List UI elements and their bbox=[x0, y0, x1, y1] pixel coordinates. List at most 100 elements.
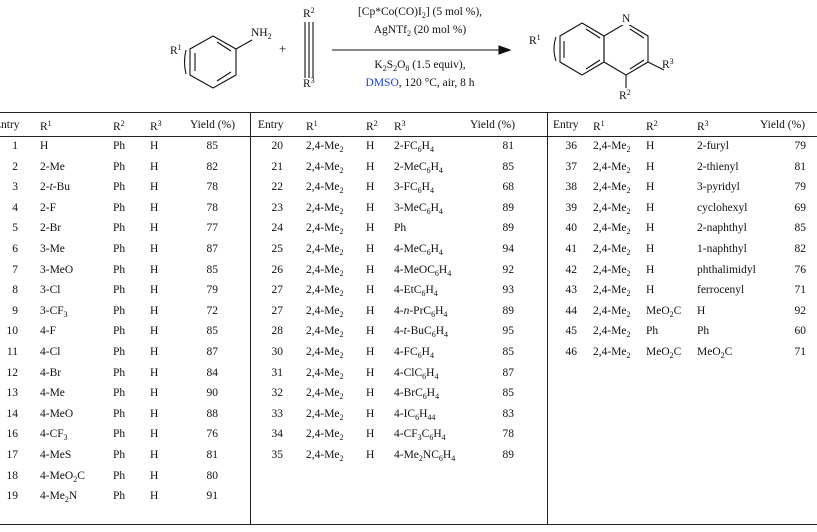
aniline-structure bbox=[183, 35, 253, 89]
r3-cell: ferrocenyl bbox=[697, 284, 745, 297]
quinoline-structure bbox=[553, 22, 665, 88]
r2-cell: Ph bbox=[646, 325, 659, 338]
header-r2: R2 bbox=[113, 119, 125, 133]
table-row: 18 4-MeO2C Ph H 80 bbox=[0, 470, 817, 490]
entry-cell: 32 bbox=[271, 387, 284, 400]
r1-cell: 2,4-Me2 bbox=[593, 140, 631, 154]
entry-cell: 39 bbox=[565, 201, 578, 214]
yield-cell: 71 bbox=[794, 346, 807, 358]
reactant-amine-label: NH2 bbox=[251, 27, 272, 41]
header-r3: R3 bbox=[150, 119, 162, 133]
entry-cell: 38 bbox=[565, 181, 578, 194]
reactant-r1-label: R1 bbox=[170, 43, 182, 57]
table-row: 33 2,4-Me2 H 4-IC6H44 83 bbox=[0, 408, 817, 428]
conditions-above: [Cp*Co(CO)I2] (5 mol %), AgNTf2 (20 mol … bbox=[330, 5, 510, 41]
plus-sign: + bbox=[279, 41, 287, 56]
r2-cell: MeO2C bbox=[646, 304, 682, 319]
r3-cell: 4-BrC6H4 bbox=[394, 387, 440, 402]
header-r1: R1 bbox=[306, 119, 318, 133]
r2-cell: H bbox=[366, 449, 375, 461]
r1-cell: 2,4-Me2 bbox=[593, 160, 631, 175]
r3-cell: 4-ClC6H4 bbox=[394, 366, 439, 381]
r3-cell: 1-naphthyl bbox=[697, 243, 747, 255]
r2-cell: H bbox=[646, 284, 655, 297]
solvent-highlight: DMSO bbox=[365, 77, 399, 89]
additive-text: AgNTf2 (20 mol %) bbox=[373, 24, 467, 38]
r2-cell: Ph bbox=[113, 469, 126, 482]
r3-cell: H bbox=[150, 490, 159, 503]
yield-cell: 76 bbox=[794, 263, 807, 276]
header-entry: Entry bbox=[258, 119, 284, 131]
entry-cell: 36 bbox=[565, 140, 578, 152]
r3-cell: Ph bbox=[697, 325, 710, 338]
yield-cell: 80 bbox=[206, 469, 219, 482]
oxidant-text: K2S2O8 (1.5 equiv), bbox=[374, 59, 466, 73]
table-top-rule bbox=[0, 112, 817, 113]
table-row: 40 2,4-Me2 H 2-naphthyl 85 bbox=[0, 222, 817, 242]
r3-cell: cyclohexyl bbox=[697, 201, 748, 214]
entry-cell: 37 bbox=[565, 160, 578, 173]
yield-cell: 71 bbox=[794, 284, 807, 297]
header-yield: Yield (%) bbox=[760, 119, 806, 131]
r2-cell: H bbox=[646, 222, 655, 235]
table-row: 42 2,4-Me2 Hphthalimidyl 76 bbox=[0, 264, 817, 284]
r3-cell: 4-CF3C6H4 bbox=[394, 428, 446, 443]
table-bottom-rule bbox=[0, 524, 817, 525]
table-row: 19 4-Me2N Ph H 91 bbox=[0, 490, 817, 510]
yield-cell: 91 bbox=[206, 490, 219, 503]
r1-cell: 2,4-Me2 bbox=[306, 366, 344, 381]
r1-cell: 4-MeO2C bbox=[40, 469, 85, 484]
reaction-arrow bbox=[332, 45, 512, 55]
r1-cell: 2,4-Me2 bbox=[593, 304, 631, 319]
r2-cell: H bbox=[366, 366, 375, 379]
table-row: 38 2,4-Me2 H 3-pyridyl 79 bbox=[0, 181, 817, 201]
entry-cell: 45 bbox=[565, 325, 578, 338]
table-row: 31 2,4-Me2 H 4-ClC6H4 87 bbox=[0, 367, 817, 387]
r2-cell: H bbox=[366, 428, 375, 441]
r1-cell: 2,4-Me2 bbox=[306, 407, 344, 422]
entry-cell: 43 bbox=[565, 284, 578, 297]
entry-cell: 35 bbox=[271, 449, 284, 461]
yield-cell: 92 bbox=[794, 304, 807, 317]
r3-cell: 2-thienyl bbox=[697, 160, 739, 173]
conditions-below: K2S2O8 (1.5 equiv), DMSO, 120 °C, air, 8… bbox=[330, 58, 510, 91]
table-row: 43 2,4-Me2 Hferrocenyl 71 bbox=[0, 284, 817, 304]
entry-cell: 19 bbox=[6, 490, 19, 503]
product-r2-label: R2 bbox=[619, 88, 631, 102]
table-row: 46 2,4-Me2 MeO2C MeO2C 71 bbox=[0, 346, 817, 366]
r3-cell: MeO2C bbox=[697, 346, 733, 360]
r1-cell: 4-Me2N bbox=[40, 490, 78, 505]
header-r1: R1 bbox=[593, 119, 605, 133]
product-r3-label: R3 bbox=[662, 57, 674, 71]
entry-cell: 31 bbox=[271, 366, 284, 379]
entry-cell: 18 bbox=[6, 469, 19, 482]
r2-cell: MeO2C bbox=[646, 346, 682, 360]
r2-cell: H bbox=[646, 263, 655, 276]
header-r2: R2 bbox=[366, 119, 378, 133]
r1-cell: 2,4-Me2 bbox=[593, 284, 631, 299]
table-row: 44 2,4-Me2 MeO2C H 92 bbox=[0, 305, 817, 325]
yield-cell: 69 bbox=[794, 201, 807, 214]
r1-cell: 2,4-Me2 bbox=[306, 387, 344, 402]
yield-cell: 60 bbox=[794, 325, 807, 338]
r2-cell: Ph bbox=[113, 490, 126, 503]
table-row: 36 2,4-Me2 H 2-furyl 79 bbox=[0, 140, 817, 160]
r1-cell: 2,4-Me2 bbox=[593, 201, 631, 216]
entry-cell: 44 bbox=[565, 304, 578, 317]
r3-cell: 3-pyridyl bbox=[697, 181, 740, 194]
catalyst-text: [Cp*Co(CO)I2] (5 mol %), bbox=[357, 6, 483, 20]
r1-cell: 2,4-Me2 bbox=[593, 346, 631, 360]
header-yield: Yield (%) bbox=[470, 119, 516, 131]
r3-cell: H bbox=[150, 469, 159, 482]
r3-cell: H bbox=[697, 304, 706, 317]
r1-cell: 2,4-Me2 bbox=[593, 325, 631, 340]
entry-cell: 46 bbox=[565, 346, 578, 358]
yield-cell: 83 bbox=[502, 407, 515, 420]
r3-cell: 2-naphthyl bbox=[697, 222, 747, 235]
r2-cell: H bbox=[366, 407, 375, 420]
yield-cell: 85 bbox=[794, 222, 807, 235]
header-yield: Yield (%) bbox=[190, 119, 236, 131]
table-row: 39 2,4-Me2 Hcyclohexyl 69 bbox=[0, 202, 817, 222]
product-nitrogen-label: N bbox=[621, 13, 632, 25]
table-row: 45 2,4-Me2 Ph Ph 60 bbox=[0, 325, 817, 345]
